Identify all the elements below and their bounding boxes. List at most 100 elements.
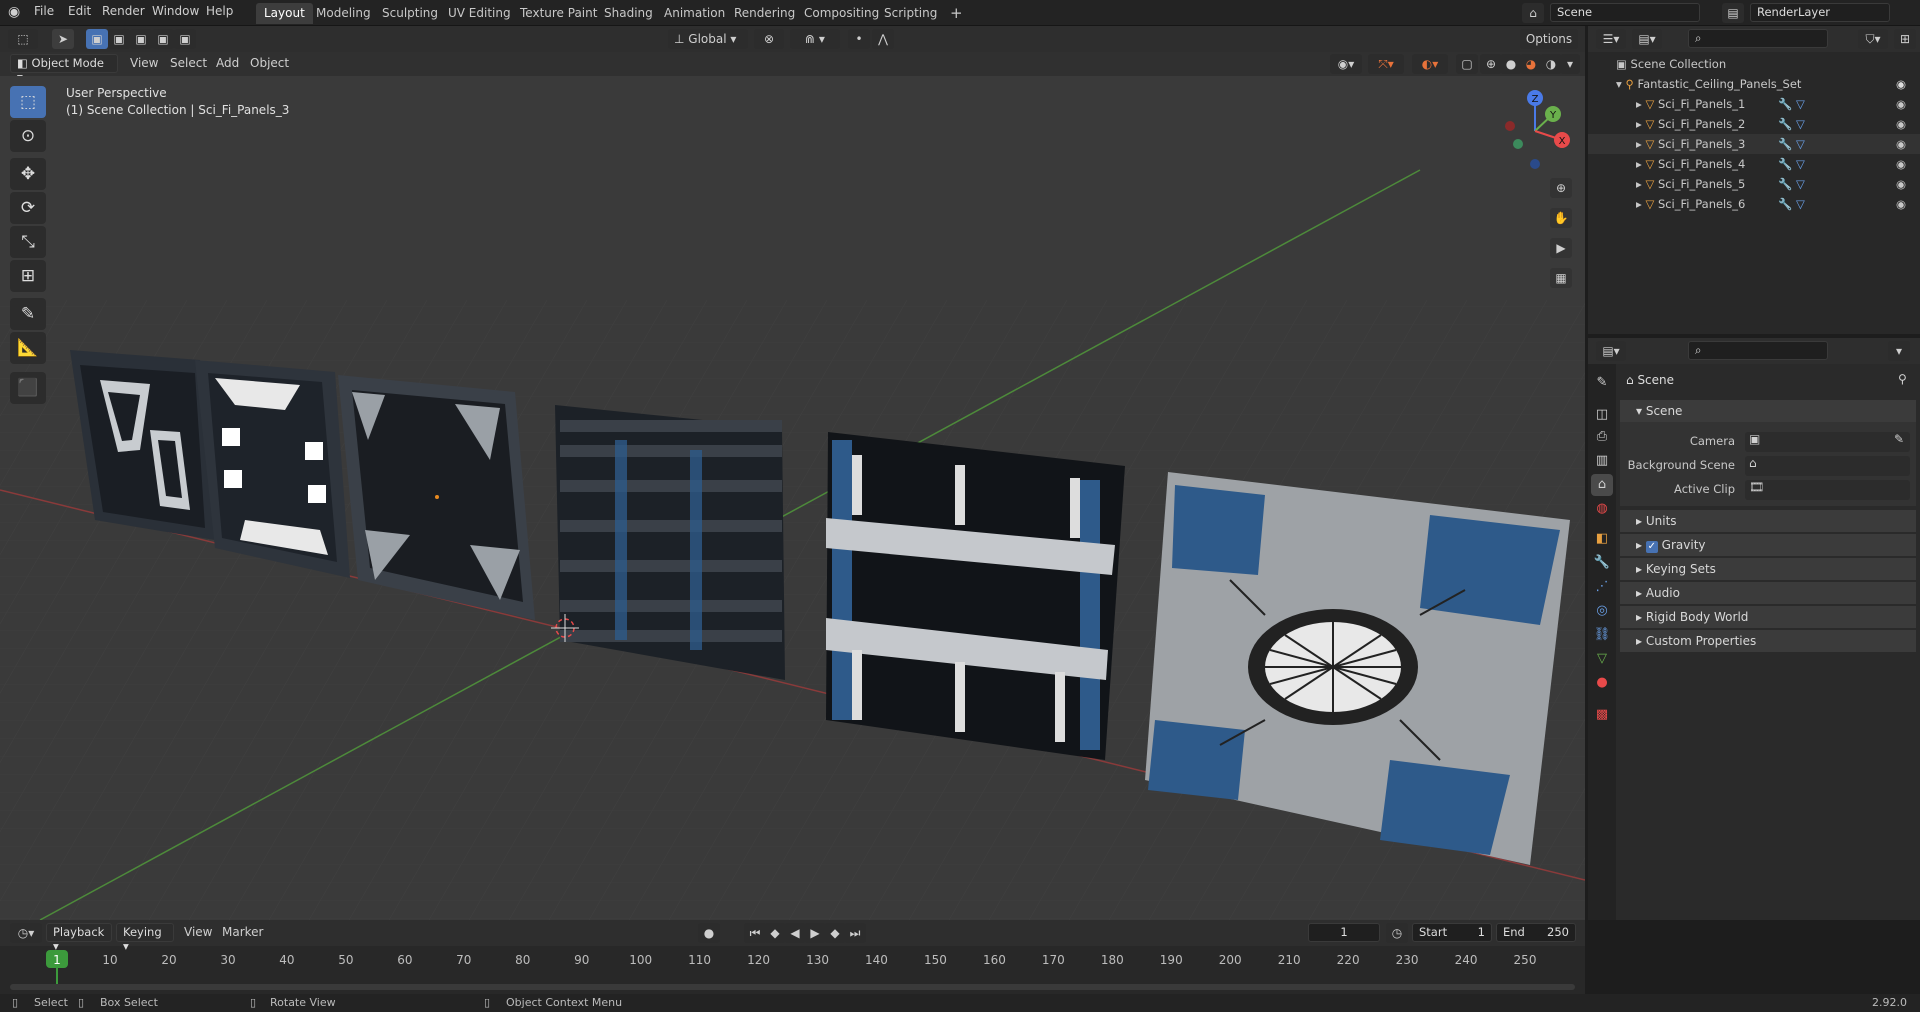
- camera-view-icon[interactable]: ▶: [1550, 238, 1572, 258]
- falloff-icon[interactable]: ⋀: [872, 29, 894, 49]
- physics-tab-icon[interactable]: ◎: [1591, 600, 1613, 622]
- viewport-menu-select[interactable]: Select: [170, 56, 207, 70]
- editor-type-icon[interactable]: ⬚: [8, 29, 38, 49]
- start-frame-field[interactable]: Start 1: [1412, 923, 1492, 942]
- timeline-scrollbar[interactable]: [10, 984, 1575, 990]
- tab-shading[interactable]: Shading: [596, 3, 661, 24]
- pan-hand-icon[interactable]: ✋: [1550, 208, 1572, 228]
- pivot-point-icon[interactable]: ⊗: [754, 29, 784, 49]
- tab-compositing[interactable]: Compositing: [796, 3, 887, 24]
- timeline-menu-view[interactable]: View: [184, 925, 212, 939]
- collection-row[interactable]: ▾ ⚲ Fantastic_Ceiling_Panels_Set ◉: [1588, 74, 1920, 94]
- gravity-checkbox[interactable]: ✓: [1645, 541, 1658, 553]
- visibility-eye-icon[interactable]: ◉: [1896, 74, 1906, 94]
- shading-options-icon[interactable]: ▾: [1560, 54, 1580, 74]
- outliner-editor-icon[interactable]: ☰▾: [1596, 29, 1626, 49]
- gizmo-toggle-icon[interactable]: ⤧▾: [1368, 54, 1404, 74]
- measure-tool-icon[interactable]: 📐: [10, 332, 46, 364]
- 3d-viewport[interactable]: User Perspective (1) Scene Collection | …: [0, 76, 1585, 920]
- tab-texture-paint[interactable]: Texture Paint: [512, 3, 605, 24]
- outliner-item-2[interactable]: ▸ ▽ Sci_Fi_Panels_2 🔧 ▽ ◉: [1588, 114, 1920, 134]
- shading-solid-icon[interactable]: ●: [1500, 54, 1522, 74]
- outliner-item-3[interactable]: ▸ ▽ Sci_Fi_Panels_3 🔧 ▽ ◉: [1588, 134, 1920, 154]
- object-mode-dropdown[interactable]: ◧ Object Mode ▾: [10, 54, 118, 84]
- jump-start-icon[interactable]: ⏮: [744, 923, 766, 943]
- visibility-eye-icon[interactable]: ◉: [1896, 114, 1906, 134]
- data-tab-icon[interactable]: ▽: [1591, 648, 1613, 670]
- visibility-eye-icon[interactable]: ◉: [1896, 154, 1906, 174]
- viewport-menu-view[interactable]: View: [130, 56, 158, 70]
- modifier-wrench-icon[interactable]: 🔧 ▽: [1778, 154, 1805, 174]
- properties-options-icon[interactable]: ▾: [1888, 341, 1910, 361]
- outliner-item-6[interactable]: ▸ ▽ Sci_Fi_Panels_6 🔧 ▽ ◉: [1588, 194, 1920, 214]
- transform-tool-icon[interactable]: ⊞: [10, 260, 46, 292]
- viewport-menu-add[interactable]: Add: [216, 56, 239, 70]
- xray-toggle-icon[interactable]: ▢: [1456, 54, 1478, 74]
- zoom-icon[interactable]: ⊕: [1550, 178, 1572, 198]
- select-mode-subtract-icon[interactable]: ▣: [130, 29, 152, 49]
- custom-properties-panel[interactable]: ▸ Custom Properties: [1620, 630, 1916, 652]
- rotate-tool-icon[interactable]: ⟳: [10, 192, 46, 224]
- cursor-tool-icon[interactable]: ⊙: [10, 120, 46, 152]
- visibility-filter-icon[interactable]: ◉▾: [1330, 54, 1362, 74]
- eyedropper-icon[interactable]: ✎: [1894, 432, 1910, 446]
- tab-modeling[interactable]: Modeling: [308, 3, 379, 24]
- modifier-wrench-icon[interactable]: 🔧 ▽: [1778, 94, 1805, 114]
- texture-tab-icon[interactable]: ▩: [1591, 704, 1613, 726]
- tab-layout[interactable]: Layout: [256, 3, 313, 24]
- add-workspace-icon[interactable]: +: [942, 1, 971, 22]
- overlay-toggle-icon[interactable]: ◐▾: [1412, 54, 1448, 74]
- visibility-eye-icon[interactable]: ◉: [1896, 174, 1906, 194]
- visibility-eye-icon[interactable]: ◉: [1896, 94, 1906, 114]
- units-panel[interactable]: ▸ Units: [1620, 510, 1916, 532]
- tool-tab-icon[interactable]: ✎: [1591, 372, 1613, 394]
- outliner-search-field[interactable]: ⌕: [1688, 29, 1828, 48]
- menu-window[interactable]: Window: [152, 4, 199, 18]
- scale-tool-icon[interactable]: ⤡: [10, 226, 46, 258]
- menu-render[interactable]: Render: [102, 4, 145, 18]
- tab-sculpting[interactable]: Sculpting: [374, 3, 446, 24]
- tab-rendering[interactable]: Rendering: [726, 3, 803, 24]
- record-icon[interactable]: ●: [698, 923, 720, 943]
- select-mode-invert-icon[interactable]: ▣: [152, 29, 174, 49]
- keying-dropdown[interactable]: Keying ▾: [116, 923, 174, 953]
- next-keyframe-icon[interactable]: ◆: [824, 923, 846, 943]
- output-tab-icon[interactable]: ⎙: [1591, 426, 1613, 448]
- select-mode-new-icon[interactable]: ▣: [86, 29, 108, 49]
- blender-logo-icon[interactable]: ◉: [8, 4, 20, 20]
- tab-scripting[interactable]: Scripting: [876, 3, 945, 24]
- select-box-tool-icon[interactable]: ⬚: [10, 86, 46, 118]
- annotate-tool-icon[interactable]: ✎: [10, 298, 46, 330]
- view-layer-tab-icon[interactable]: ▥: [1591, 450, 1613, 472]
- object-tab-icon[interactable]: ◧: [1591, 528, 1613, 550]
- navigation-gizmo[interactable]: Z Y X: [1490, 86, 1580, 176]
- add-cube-tool-icon[interactable]: ⬛: [10, 372, 46, 404]
- orientation-dropdown[interactable]: ⊥ Global ▾: [668, 29, 748, 49]
- jump-end-icon[interactable]: ⏭: [844, 923, 866, 943]
- select-tool-icon[interactable]: ➤: [52, 29, 74, 49]
- tab-uv-editing[interactable]: UV Editing: [440, 3, 519, 24]
- active-clip-field[interactable]: 🎞: [1745, 480, 1910, 500]
- scene-name-field[interactable]: Scene: [1550, 3, 1700, 22]
- preview-range-icon[interactable]: ◷: [1386, 923, 1408, 943]
- playback-dropdown[interactable]: Playback ▾: [46, 923, 112, 953]
- pin-icon[interactable]: ⚲: [1898, 372, 1907, 386]
- visibility-eye-icon[interactable]: ◉: [1896, 194, 1906, 214]
- outliner-item-5[interactable]: ▸ ▽ Sci_Fi_Panels_5 🔧 ▽ ◉: [1588, 174, 1920, 194]
- filter-icon[interactable]: ⛉▾: [1858, 29, 1888, 49]
- properties-editor-icon[interactable]: ▤▾: [1596, 341, 1626, 361]
- play-reverse-icon[interactable]: ◀: [784, 923, 806, 943]
- new-collection-icon[interactable]: ⊞: [1894, 29, 1916, 49]
- outliner-item-4[interactable]: ▸ ▽ Sci_Fi_Panels_4 🔧 ▽ ◉: [1588, 154, 1920, 174]
- world-tab-icon[interactable]: ◍: [1591, 498, 1613, 520]
- modifier-wrench-icon[interactable]: 🔧 ▽: [1778, 174, 1805, 194]
- properties-search-field[interactable]: ⌕: [1688, 341, 1828, 360]
- move-tool-icon[interactable]: ✥: [10, 158, 46, 190]
- modifier-tab-icon[interactable]: 🔧: [1591, 552, 1613, 574]
- tab-animation[interactable]: Animation: [656, 3, 733, 24]
- particles-tab-icon[interactable]: ⋰: [1591, 576, 1613, 598]
- scene-tab-icon[interactable]: ⌂: [1591, 474, 1613, 496]
- timeline-menu-marker[interactable]: Marker: [222, 925, 263, 939]
- menu-file[interactable]: File: [34, 4, 54, 18]
- gravity-panel[interactable]: ▸ ✓ Gravity: [1620, 534, 1916, 556]
